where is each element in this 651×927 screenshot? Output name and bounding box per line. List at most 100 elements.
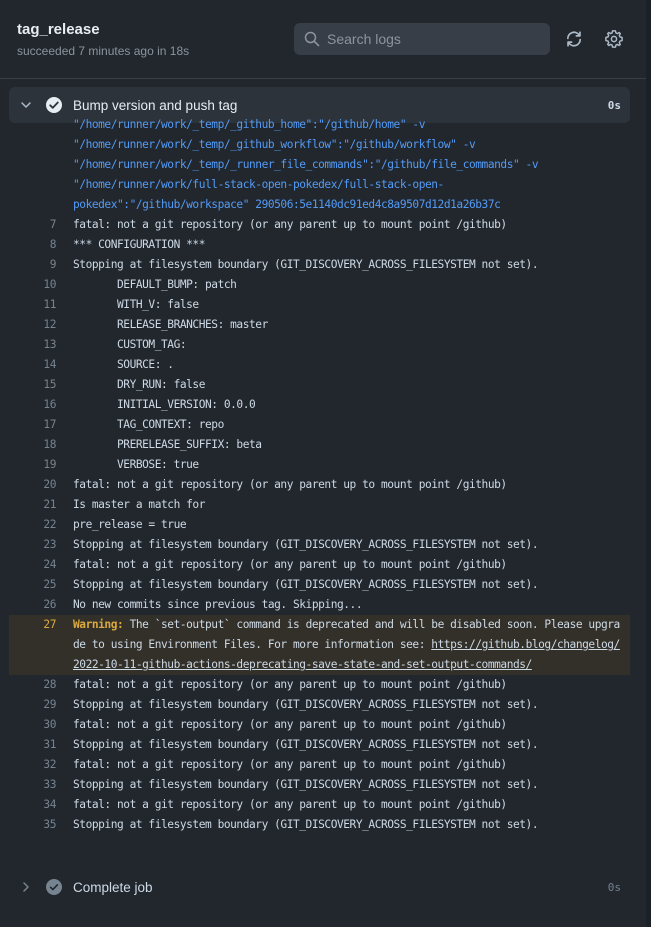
log-line: 18 PRERELEASE_SUFFIX: beta [9, 435, 630, 455]
log-text: No new commits since previous tag. Skipp… [73, 598, 363, 611]
log-text: "/home/runner/work/_temp/_github_home":"… [73, 118, 425, 131]
log-text: fatal: not a git repository (or any pare… [73, 478, 507, 491]
line-number[interactable]: 28 [9, 675, 56, 695]
line-number[interactable]: 33 [9, 775, 56, 795]
sync-icon [565, 30, 583, 48]
line-number[interactable]: 20 [9, 475, 56, 495]
line-number[interactable]: 35 [9, 815, 56, 835]
log-line: 29 Stopping at filesystem boundary (GIT_D… [9, 695, 630, 715]
line-number[interactable]: 17 [9, 415, 56, 435]
line-number[interactable]: 9 [9, 255, 57, 275]
log-text: fatal: not a git repository (or any pare… [73, 678, 507, 691]
log-text: Stopping at filesystem boundary (GIT_DIS… [73, 698, 539, 711]
line-number[interactable]: 24 [9, 555, 56, 575]
line-number[interactable]: 30 [9, 715, 56, 735]
log-line: 13 CUSTOM_TAG: [9, 335, 630, 355]
log-text: pokedex":"/github/workspace" 290506:5e11… [73, 198, 501, 211]
log-output: "/home/runner/work/_temp/_github_home":"… [9, 115, 630, 835]
log-line: 22 pre_release = true [9, 515, 630, 535]
line-number[interactable]: 15 [9, 375, 56, 395]
log-line: 26 No new commits since previous tag. Ski… [9, 595, 630, 615]
log-text: Stopping at filesystem boundary (GIT_DIS… [73, 538, 539, 551]
line-number[interactable]: 31 [9, 735, 56, 755]
line-number[interactable]: 19 [9, 455, 56, 475]
log-line: 16 INITIAL_VERSION: 0.0.0 [9, 395, 630, 415]
line-number[interactable]: 23 [9, 535, 56, 555]
line-number[interactable]: 13 [9, 335, 56, 355]
log-line: 8 *** CONFIGURATION *** [9, 235, 630, 255]
step-duration: 0s [607, 98, 621, 112]
log-text: Stopping at filesystem boundary (GIT_DIS… [73, 738, 539, 751]
refresh-button[interactable] [563, 28, 585, 50]
gear-icon [605, 30, 623, 48]
log-line: 35 Stopping at filesystem boundary (GIT_D… [9, 815, 630, 835]
log-text: Stopping at filesystem boundary (GIT_DIS… [73, 778, 539, 791]
line-number[interactable]: 22 [9, 515, 56, 535]
job-status-subtitle: succeeded 7 minutes ago in 18s [17, 44, 190, 58]
line-number[interactable]: 16 [9, 395, 56, 415]
line-number[interactable]: 32 [9, 755, 56, 775]
line-number[interactable]: 26 [9, 595, 56, 615]
log-text: PRERELEASE_SUFFIX: beta [73, 438, 262, 451]
line-number[interactable]: 29 [9, 695, 56, 715]
step-name: Complete job [73, 879, 153, 895]
chevron-down-icon [18, 97, 34, 113]
log-text: Stopping at filesystem boundary (GIT_DIS… [73, 818, 539, 831]
settings-button[interactable] [603, 28, 625, 50]
check-circle-icon [45, 878, 63, 896]
log-line-continuation: "/home/runner/work/_temp/_runner_file_co… [9, 155, 630, 175]
log-line-warning: 27 Warning: The `set-output` command is … [9, 615, 630, 675]
log-line: 7 fatal: not a git repository (or any par… [9, 215, 630, 235]
log-text: *** CONFIGURATION *** [73, 238, 205, 251]
line-number[interactable]: 34 [9, 795, 56, 815]
search-logs-box[interactable] [294, 23, 550, 55]
log-line: 32 fatal: not a git repository (or any pa… [9, 755, 630, 775]
log-line: 9 Stopping at filesystem boundary (GIT_DI… [9, 255, 630, 275]
log-line: 28 fatal: not a git repository (or any pa… [9, 675, 630, 695]
log-line-continuation: "/home/runner/work/full-stack-open-poked… [9, 175, 630, 195]
log-text: DRY_RUN: false [73, 378, 205, 391]
log-text: "/home/runner/work/full-stack-open-poked… [73, 178, 444, 191]
log-line: 24 fatal: not a git repository (or any pa… [9, 555, 630, 575]
check-circle-icon [45, 96, 63, 114]
log-line-continuation: "/home/runner/work/_temp/_github_workflo… [9, 135, 630, 155]
workflow-log-page: tag_release succeeded 7 minutes ago in 1… [0, 0, 651, 927]
log-line: 31 Stopping at filesystem boundary (GIT_D… [9, 735, 630, 755]
log-text: RELEASE_BRANCHES: master [73, 318, 268, 331]
line-number[interactable]: 12 [9, 315, 56, 335]
log-line: 10 DEFAULT_BUMP: patch [9, 275, 630, 295]
log-text: CUSTOM_TAG: [73, 338, 187, 351]
warning-label: Warning: [73, 618, 124, 631]
line-number[interactable]: 18 [9, 435, 56, 455]
log-lines: 7 fatal: not a git repository (or any par… [9, 215, 630, 615]
line-number[interactable]: 8 [9, 235, 57, 255]
step-complete-job[interactable]: Complete job 0s [9, 869, 630, 905]
scrollbar-track[interactable] [646, 0, 651, 927]
log-line: 20 fatal: not a git repository (or any pa… [9, 475, 630, 495]
log-text: DEFAULT_BUMP: patch [73, 278, 237, 291]
line-number[interactable]: 11 [9, 295, 56, 315]
log-text: Is master a match for [73, 498, 205, 511]
line-number[interactable]: 7 [9, 215, 57, 235]
line-number[interactable]: 21 [9, 495, 56, 515]
step-duration: 0s [607, 880, 621, 894]
line-number[interactable]: 25 [9, 575, 56, 595]
log-line: 33 Stopping at filesystem boundary (GIT_D… [9, 775, 630, 795]
line-number[interactable]: 14 [9, 355, 56, 375]
log-line: 15 DRY_RUN: false [9, 375, 630, 395]
log-line: 25 Stopping at filesystem boundary (GIT_D… [9, 575, 630, 595]
log-text: SOURCE: . [73, 358, 174, 371]
job-title: tag_release [17, 21, 100, 38]
log-line-continuation: pokedex":"/github/workspace" 290506:5e11… [9, 195, 630, 215]
job-header: tag_release succeeded 7 minutes ago in 1… [0, 0, 646, 79]
log-line: 12 RELEASE_BRANCHES: master [9, 315, 630, 335]
search-logs-input[interactable] [327, 31, 527, 47]
log-lines: 28 fatal: not a git repository (or any pa… [9, 675, 630, 835]
log-line: 19 VERBOSE: true [9, 455, 630, 475]
search-icon [304, 31, 320, 47]
line-number[interactable]: 27 [9, 615, 56, 675]
log-text: fatal: not a git repository (or any pare… [73, 798, 507, 811]
log-text: fatal: not a git repository (or any pare… [73, 558, 507, 571]
line-number[interactable]: 10 [9, 275, 56, 295]
log-text: INITIAL_VERSION: 0.0.0 [73, 398, 256, 411]
